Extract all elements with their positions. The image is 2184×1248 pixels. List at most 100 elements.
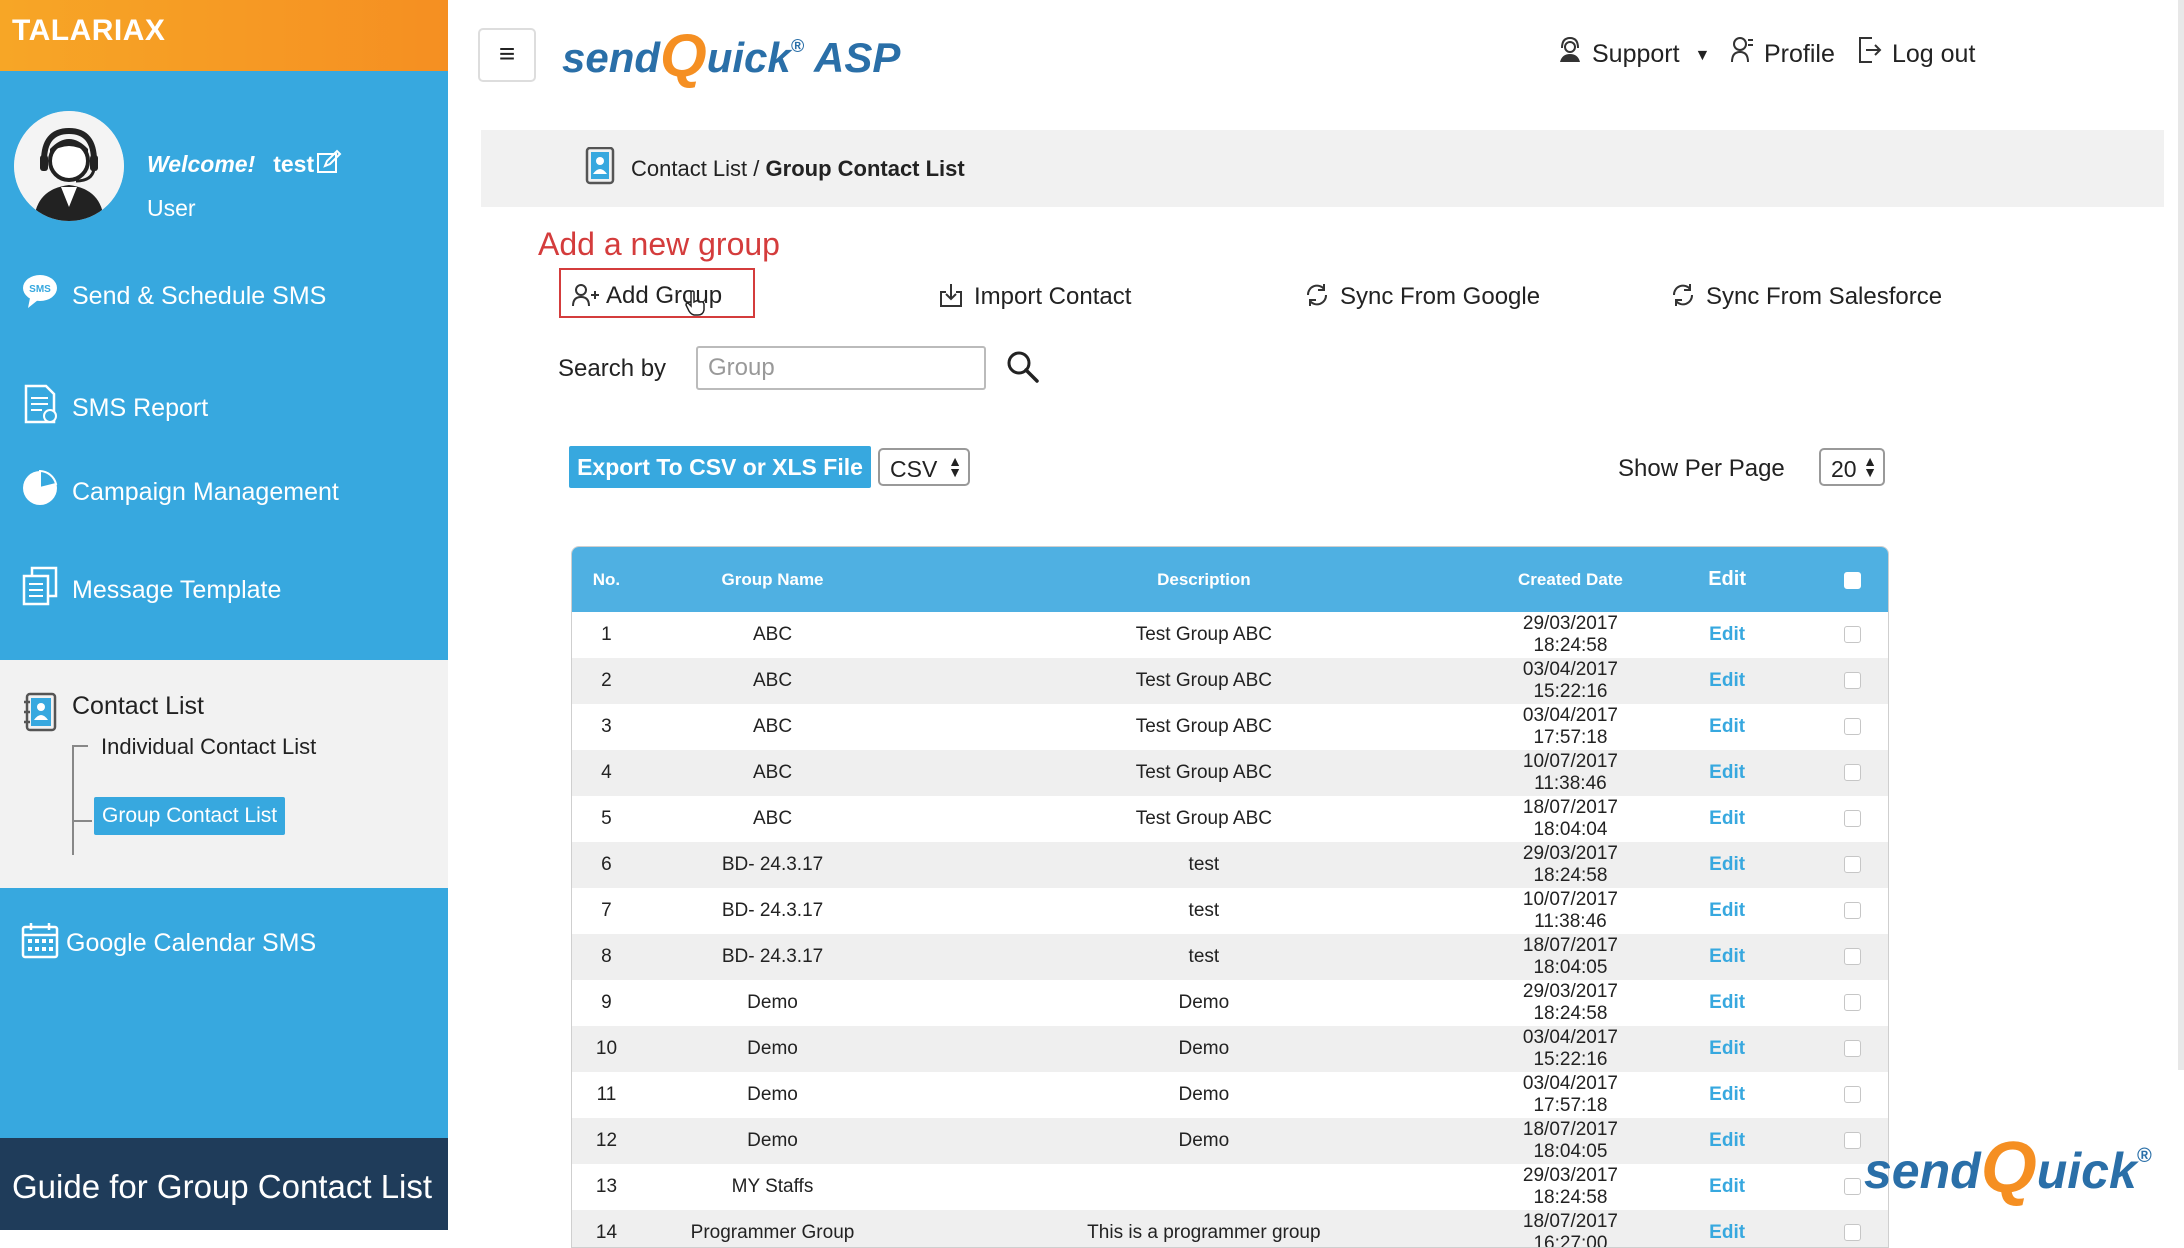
row-checkbox[interactable]	[1843, 902, 1861, 920]
row-group-name: ABC	[752, 716, 793, 737]
nav-message-template[interactable]: Message Template	[0, 552, 448, 622]
user-icon	[1731, 37, 1753, 63]
row-created-date: 18/07/2017 18:04:04	[1522, 797, 1618, 840]
row-select-cell	[1817, 704, 1888, 750]
nav-send-schedule-sms[interactable]: SMS Send & Schedule SMS	[0, 258, 448, 328]
edit-profile-icon[interactable]	[316, 149, 342, 175]
export-format-select[interactable]: CSV ▲ ▼	[878, 448, 970, 486]
row-group-name: BD- 24.3.17	[721, 900, 824, 921]
sidebar: TALARIAX Welcome! test User SMS Send & S…	[0, 0, 448, 1230]
row-edit-link[interactable]: Edit	[1637, 1026, 1817, 1072]
add-group-button[interactable]: Add Group	[559, 268, 755, 318]
row-number: 13	[595, 1176, 618, 1197]
row-select-cell	[1817, 1210, 1888, 1247]
row-select-cell	[1817, 1026, 1888, 1072]
nav-label: SMS Report	[72, 394, 209, 422]
contact-book-icon	[24, 692, 57, 732]
search-by-label: Search by	[558, 355, 667, 382]
nav-label: Send & Schedule SMS	[72, 282, 327, 310]
row-checkbox[interactable]	[1843, 1224, 1861, 1242]
row-edit-link[interactable]: Edit	[1637, 842, 1817, 888]
row-checkbox[interactable]	[1843, 1086, 1861, 1104]
row-edit-link[interactable]: Edit	[1637, 1118, 1817, 1164]
row-edit-link[interactable]: Edit	[1637, 612, 1817, 658]
table-row: 4 ABC Test Group ABC 10/07/2017 11:38:46 Edi…	[572, 750, 1888, 796]
row-checkbox[interactable]	[1843, 994, 1861, 1012]
row-edit-link[interactable]: Edit	[1637, 934, 1817, 980]
col-edit: Edit	[1708, 568, 1746, 590]
row-edit-link[interactable]: Edit	[1637, 1072, 1817, 1118]
table-row: 9 Demo Demo 29/03/2017 18:24:58 Edit	[572, 980, 1888, 1026]
search-input[interactable]	[696, 346, 986, 390]
breadcrumb-parent[interactable]: Contact List /	[631, 156, 759, 181]
row-edit-link[interactable]: Edit	[1637, 1210, 1817, 1247]
row-created-date: 29/03/2017 18:24:58	[1522, 981, 1618, 1024]
search-icon[interactable]	[1006, 350, 1040, 384]
import-contact-button[interactable]: Import Contact	[938, 282, 1131, 311]
logo-text-right: uick	[707, 34, 794, 81]
nav-sms-report[interactable]: SMS Report	[0, 370, 448, 440]
select-all-checkbox[interactable]	[1843, 571, 1861, 589]
brand-name: TALARIAX	[12, 14, 166, 47]
row-checkbox[interactable]	[1843, 764, 1861, 782]
row-number: 14	[595, 1222, 618, 1243]
row-checkbox[interactable]	[1843, 1178, 1861, 1196]
row-group-name: MY Staffs	[731, 1176, 814, 1197]
chevron-down-icon: ▼	[1694, 47, 1711, 64]
row-checkbox[interactable]	[1843, 672, 1861, 690]
row-edit-link[interactable]: Edit	[1637, 704, 1817, 750]
nav-google-calendar-sms[interactable]: Google Calendar SMS	[0, 905, 448, 975]
row-checkbox[interactable]	[1843, 856, 1861, 874]
row-edit-link[interactable]: Edit	[1637, 980, 1817, 1026]
logo-text-right: uick	[2037, 1143, 2139, 1199]
nav-campaign-management[interactable]: Campaign Management	[0, 454, 448, 524]
breadcrumb: Contact List / Group Contact List	[481, 130, 2164, 207]
row-description: Test Group ABC	[1135, 716, 1272, 737]
sync-from-salesforce-button[interactable]: Sync From Salesforce	[1670, 282, 1942, 311]
row-checkbox[interactable]	[1843, 1132, 1861, 1150]
nav-group-contact-list[interactable]: Group Contact List	[94, 797, 286, 835]
user-role: User	[147, 195, 196, 221]
row-select-cell	[1817, 888, 1888, 934]
row-checkbox[interactable]	[1843, 948, 1861, 966]
table-row: 7 BD- 24.3.17 test 10/07/2017 11:38:46 Edit	[572, 888, 1888, 934]
page-scrollbar[interactable]	[2178, 0, 2184, 1070]
import-contact-label: Import Contact	[974, 283, 1132, 310]
table-row: 13 MY Staffs 29/03/2017 18:24:58 Edit	[572, 1164, 1888, 1210]
row-checkbox[interactable]	[1843, 1040, 1861, 1058]
logo-reg: ®	[791, 36, 805, 56]
row-created-date: 03/04/2017 17:57:18	[1522, 1073, 1618, 1116]
per-page-value: 20	[1831, 456, 1857, 482]
logout-link[interactable]: Log out	[1858, 36, 1975, 69]
username: test	[273, 151, 315, 177]
table-row: 2 ABC Test Group ABC 03/04/2017 15:22:16 Edi…	[572, 658, 1888, 704]
row-checkbox[interactable]	[1843, 810, 1861, 828]
row-edit-link[interactable]: Edit	[1637, 1164, 1817, 1210]
row-edit-link[interactable]: Edit	[1637, 750, 1817, 796]
row-select-cell	[1817, 796, 1888, 842]
row-checkbox[interactable]	[1843, 718, 1861, 736]
export-csv-xls-button[interactable]: Export To CSV or XLS File	[569, 446, 871, 488]
nav-contact-list[interactable]: Contact List	[72, 692, 204, 721]
row-edit-link[interactable]: Edit	[1637, 658, 1817, 704]
row-edit-link[interactable]: Edit	[1637, 888, 1817, 934]
row-checkbox[interactable]	[1843, 626, 1861, 644]
table-row: 12 Demo Demo 18/07/2017 18:04:05 Edit	[572, 1118, 1888, 1164]
sendquick-watermark-logo: sendQuick®	[1864, 1126, 2164, 1208]
sync-from-google-button[interactable]: Sync From Google	[1304, 282, 1540, 311]
row-edit-link[interactable]: Edit	[1637, 796, 1817, 842]
row-number: 12	[595, 1130, 618, 1151]
menu-toggle-button[interactable]: ≡	[478, 28, 536, 82]
row-select-cell	[1817, 842, 1888, 888]
show-per-page-label: Show Per Page	[1618, 455, 1785, 482]
row-group-name: BD- 24.3.17	[721, 854, 824, 875]
nav-individual-contact-list[interactable]: Individual Contact List	[101, 734, 316, 760]
col-description: Description	[1157, 569, 1251, 589]
row-description: Demo	[1178, 1130, 1230, 1151]
profile-link[interactable]: Profile	[1730, 36, 1835, 69]
sync-salesforce-label: Sync From Salesforce	[1706, 283, 1943, 310]
logo-q: Q	[660, 22, 707, 89]
support-dropdown[interactable]: Support ▼	[1558, 36, 1710, 69]
table-row: 14 Programmer Group This is a programmer g…	[572, 1210, 1888, 1247]
per-page-select[interactable]: 20 ▲ ▼	[1819, 448, 1885, 486]
